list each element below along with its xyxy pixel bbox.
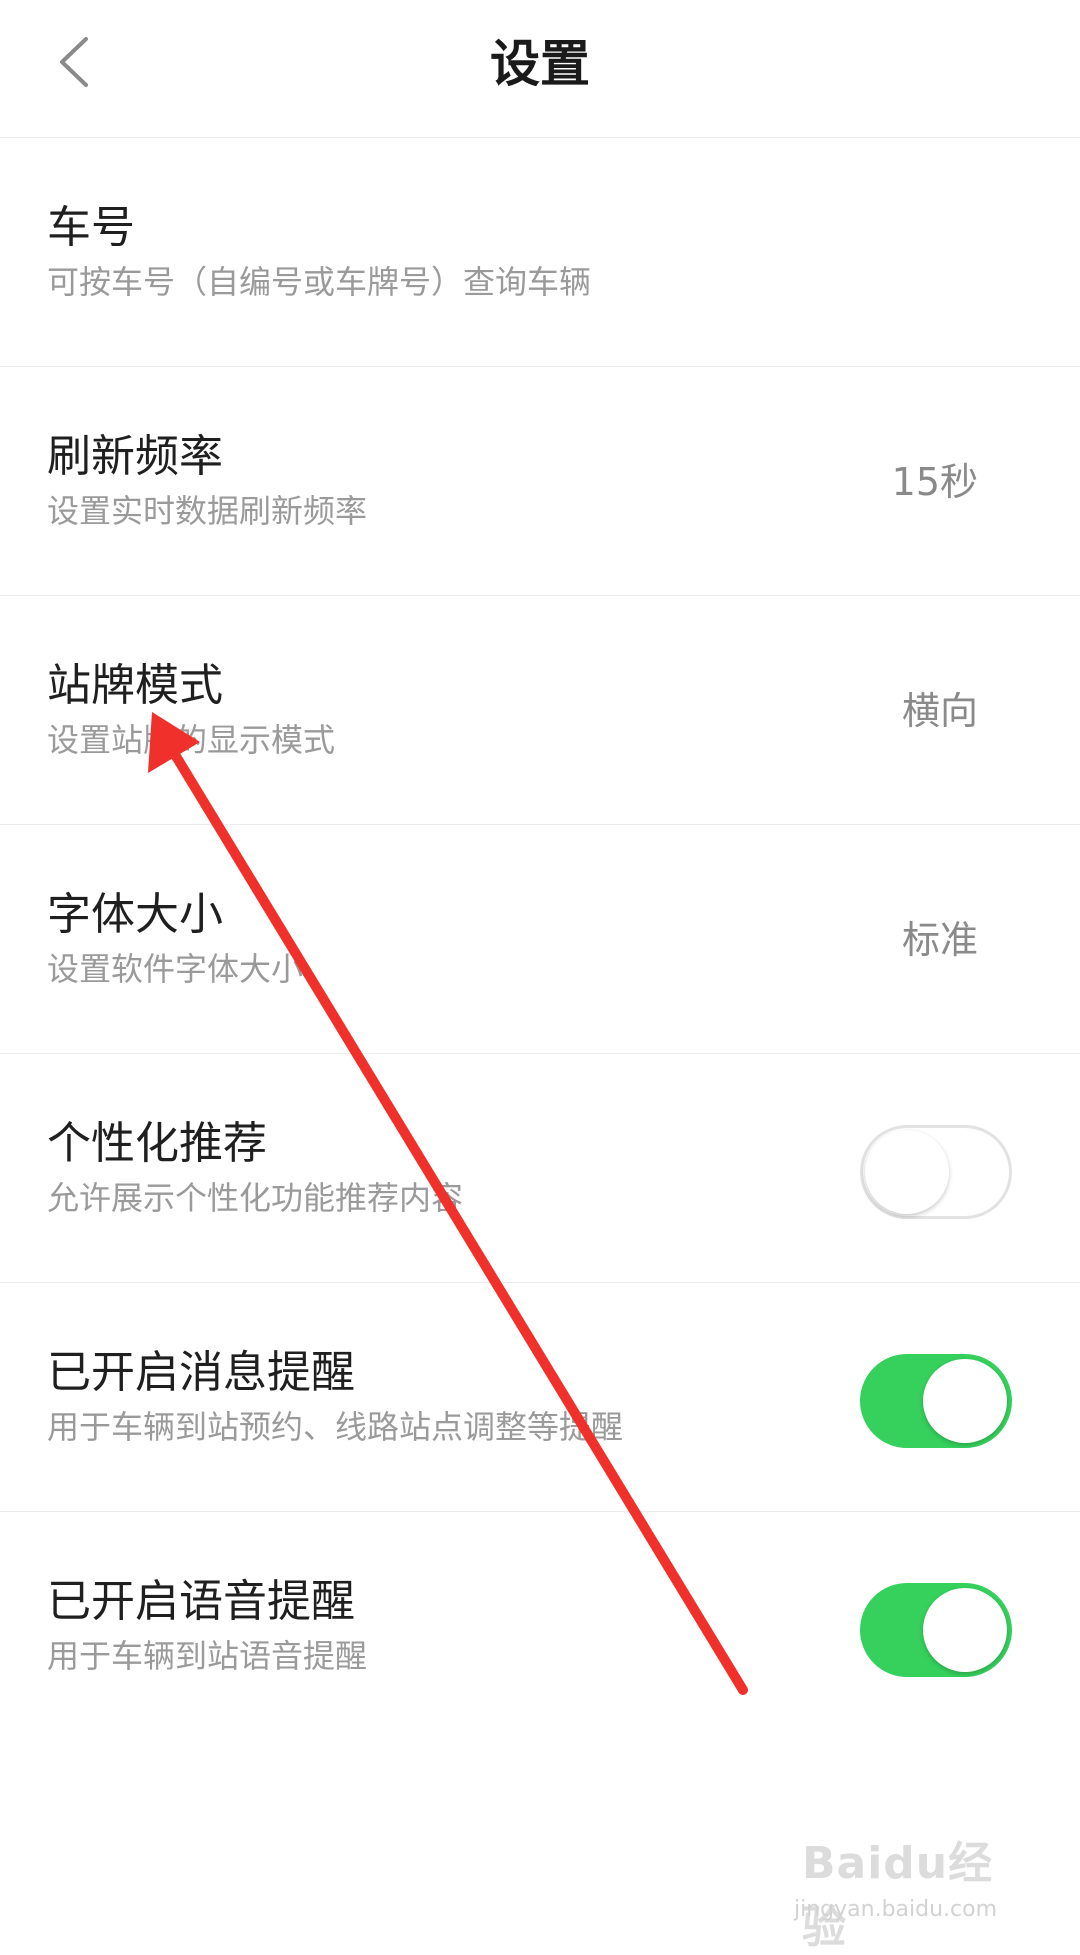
setting-row-personalized-recommendation: 个性化推荐 允许展示个性化功能推荐内容 xyxy=(0,1054,1080,1283)
setting-subtitle: 设置站牌的显示模式 xyxy=(47,721,336,759)
setting-subtitle: 用于车辆到站语音提醒 xyxy=(47,1637,368,1675)
setting-title: 站牌模式 xyxy=(47,660,223,711)
setting-row-message-reminder: 已开启消息提醒 用于车辆到站预约、线路站点调整等提醒 xyxy=(0,1283,1080,1512)
setting-subtitle: 设置软件字体大小 xyxy=(47,950,304,988)
page-title: 设置 xyxy=(490,35,590,93)
setting-subtitle: 可按车号（自编号或车牌号）查询车辆 xyxy=(47,263,592,301)
setting-title: 刷新频率 xyxy=(47,431,223,482)
message-reminder-toggle[interactable] xyxy=(860,1354,1012,1448)
setting-row-font-size[interactable]: 字体大小 设置软件字体大小 标准 xyxy=(0,825,1080,1054)
setting-title: 字体大小 xyxy=(47,889,223,940)
toggle-knob xyxy=(923,1588,1007,1672)
personalized-recommendation-toggle[interactable] xyxy=(860,1125,1012,1219)
setting-subtitle: 允许展示个性化功能推荐内容 xyxy=(47,1179,464,1217)
setting-row-voice-reminder: 已开启语音提醒 用于车辆到站语音提醒 xyxy=(0,1512,1080,1741)
header-bar: 设置 xyxy=(0,0,1080,138)
toggle-knob xyxy=(923,1359,1007,1443)
stop-sign-mode-value: 横向 xyxy=(901,689,978,733)
voice-reminder-toggle[interactable] xyxy=(860,1583,1012,1677)
watermark-url: jingyan.baidu.com xyxy=(794,1897,998,1922)
setting-title: 已开启消息提醒 xyxy=(47,1347,355,1398)
setting-subtitle: 用于车辆到站预约、线路站点调整等提醒 xyxy=(47,1408,624,1446)
toggle-knob xyxy=(865,1130,949,1214)
setting-subtitle: 设置实时数据刷新频率 xyxy=(47,492,368,530)
watermark-logo: Baidu经验 xyxy=(802,1838,994,1953)
setting-row-refresh-rate[interactable]: 刷新频率 设置实时数据刷新频率 15秒 xyxy=(0,367,1080,596)
baidu-jingyan-watermark: Baidu经验 jingyan.baidu.com xyxy=(792,1817,1022,1953)
settings-list: 车号 可按车号（自编号或车牌号）查询车辆 刷新频率 设置实时数据刷新频率 15秒… xyxy=(0,138,1080,1741)
refresh-rate-value: 15秒 xyxy=(891,460,978,504)
setting-title: 个性化推荐 xyxy=(47,1118,267,1169)
setting-row-stop-sign-mode[interactable]: 站牌模式 设置站牌的显示模式 横向 xyxy=(0,596,1080,825)
setting-title: 车号 xyxy=(47,202,135,253)
font-size-value: 标准 xyxy=(901,918,978,962)
setting-row-vehicle-number[interactable]: 车号 可按车号（自编号或车牌号）查询车辆 xyxy=(0,138,1080,367)
setting-title: 已开启语音提醒 xyxy=(47,1576,355,1627)
